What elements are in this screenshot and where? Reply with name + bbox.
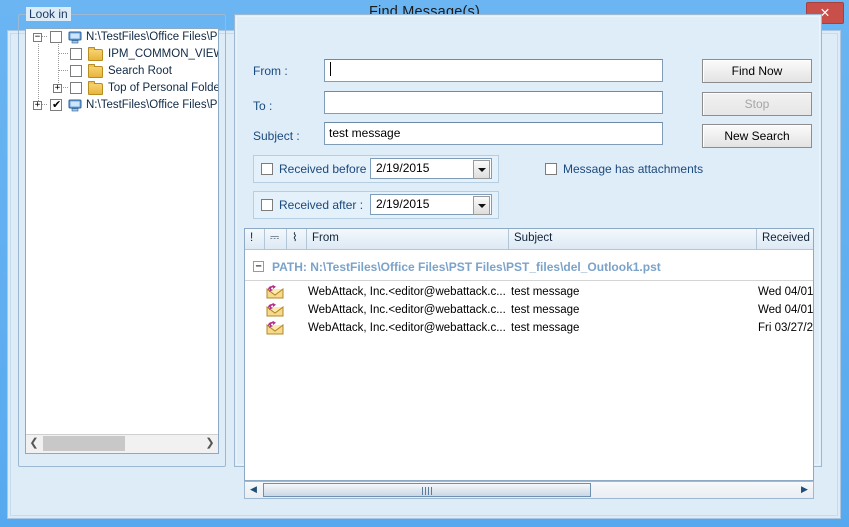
subject-input[interactable]: test message [324, 122, 663, 145]
tree-horizontal-scrollbar[interactable]: ❮ ❯ [26, 434, 218, 453]
pst-store-icon [68, 31, 82, 44]
replied-message-icon [266, 303, 284, 317]
attachments-label: Message has attachments [563, 162, 704, 176]
scroll-left-icon[interactable]: ◀ [245, 482, 262, 498]
tree-expander[interactable]: − [33, 33, 42, 42]
cell-received: Wed 04/01/2 [758, 304, 814, 316]
folder-icon [88, 81, 103, 95]
tree-node-label: Search Root [108, 65, 172, 77]
received-before-date[interactable]: 2/19/2015 [370, 158, 492, 179]
column-header-message-type[interactable]: ⎓ [265, 229, 287, 249]
received-before-checkbox[interactable] [261, 163, 273, 175]
folder-tree[interactable]: − N:\TestFiles\Office Files\PST IPM_COMM… [25, 28, 219, 454]
received-after-date[interactable]: 2/19/2015 [370, 194, 492, 215]
tree-checkbox[interactable] [70, 82, 82, 94]
folder-icon [88, 47, 103, 61]
tree-checkbox[interactable] [70, 48, 82, 60]
column-header-from[interactable]: From [307, 229, 509, 249]
from-label: From : [253, 64, 288, 78]
tree-node-label: N:\TestFiles\Office Files\PST [86, 31, 219, 43]
column-header-attachment[interactable]: ⌇ [287, 229, 307, 249]
tree-node-label: Top of Personal Folders [108, 82, 219, 94]
folder-icon [88, 64, 103, 78]
look-in-label: Look in [26, 7, 71, 21]
column-header-received[interactable]: Received [757, 229, 813, 249]
results-list[interactable]: ! ⎓ ⌇ From Subject Received − PATH: N:\T… [244, 228, 814, 481]
column-header-subject[interactable]: Subject [509, 229, 757, 249]
pst-store-icon [68, 99, 82, 112]
column-header-importance[interactable]: ! [245, 229, 265, 249]
received-after-checkbox[interactable] [261, 199, 273, 211]
cell-from: WebAttack, Inc.<editor@webattack.c... [308, 286, 506, 298]
scroll-thumb[interactable] [43, 436, 125, 451]
cell-received: Wed 04/01/2 [758, 286, 814, 298]
scroll-right-icon[interactable]: ▶ [796, 482, 813, 498]
stop-button: Stop [702, 92, 812, 116]
replied-message-icon [266, 321, 284, 335]
table-row[interactable]: WebAttack, Inc.<editor@webattack.c... te… [245, 319, 813, 337]
tree-checkbox[interactable] [50, 97, 62, 114]
cell-received: Fri 03/27/200 [758, 322, 813, 334]
table-row[interactable]: WebAttack, Inc.<editor@webattack.c... te… [245, 301, 814, 319]
results-header: ! ⎓ ⌇ From Subject Received [245, 229, 813, 250]
scroll-grip [422, 487, 432, 495]
cell-from: WebAttack, Inc.<editor@webattack.c... [308, 322, 506, 334]
table-row[interactable]: WebAttack, Inc.<editor@webattack.c... te… [245, 283, 814, 301]
text-caret [330, 62, 331, 76]
new-search-button[interactable]: New Search [702, 124, 812, 148]
scroll-right-icon[interactable]: ❯ [202, 435, 218, 452]
received-before-label: Received before : [279, 162, 374, 176]
subject-label: Subject : [253, 129, 300, 143]
cell-subject: test message [511, 322, 580, 334]
tree-connector [59, 53, 69, 54]
tree-expander[interactable]: + [53, 84, 62, 93]
to-input[interactable] [324, 91, 663, 114]
group-collapse-icon[interactable]: − [253, 261, 264, 272]
tree-expander[interactable]: + [33, 101, 42, 110]
chevron-down-icon[interactable] [473, 196, 490, 215]
tree-connector [59, 70, 69, 71]
from-input[interactable] [324, 59, 663, 82]
results-horizontal-scrollbar[interactable]: ◀ ▶ [244, 481, 814, 499]
cell-from: WebAttack, Inc.<editor@webattack.c... [308, 304, 506, 316]
scroll-left-icon[interactable]: ❮ [26, 435, 42, 452]
scroll-thumb[interactable] [263, 483, 591, 497]
group-path-label: PATH: N:\TestFiles\Office Files\PST File… [272, 260, 661, 274]
results-group-row[interactable]: − PATH: N:\TestFiles\Office Files\PST Fi… [245, 256, 813, 278]
received-after-label: Received after : [279, 198, 364, 212]
attachments-checkbox[interactable] [545, 163, 557, 175]
group-divider [245, 280, 813, 281]
find-messages-window: Find Message(s) ✕ Look in − N:\TestFiles… [0, 0, 849, 527]
tree-node-label: IPM_COMMON_VIEWS [108, 48, 218, 60]
chevron-down-icon[interactable] [473, 160, 490, 179]
tree-checkbox[interactable] [70, 65, 82, 77]
cell-subject: test message [511, 304, 580, 316]
to-label: To : [253, 99, 273, 113]
tree-node-label: N:\TestFiles\Office Files\PST [86, 99, 219, 111]
replied-message-icon [266, 285, 284, 299]
find-now-button[interactable]: Find Now [702, 59, 812, 83]
tree-connector [38, 44, 39, 104]
cell-subject: test message [511, 286, 580, 298]
tree-checkbox[interactable] [50, 31, 62, 43]
